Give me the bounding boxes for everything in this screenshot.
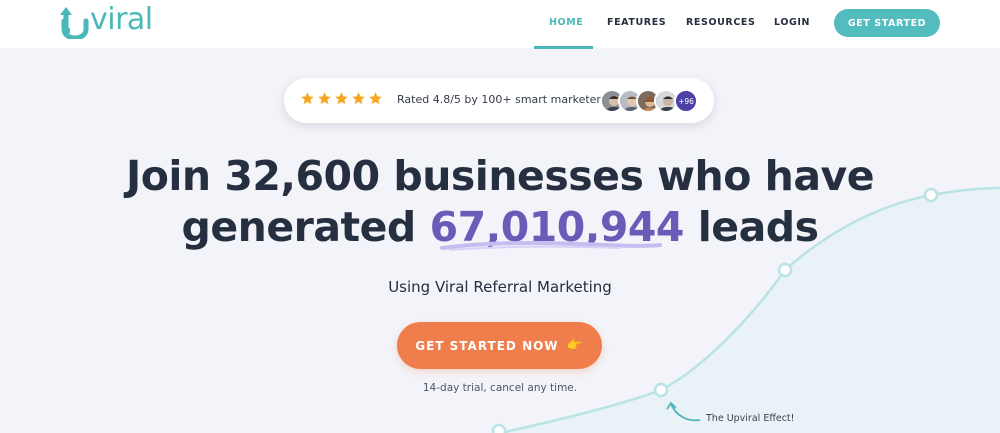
rating-text: Rated 4.8/5 by 100+ smart marketers — [397, 93, 607, 106]
hero-subheadline: Using Viral Referral Marketing — [388, 278, 612, 296]
star-rating — [300, 91, 383, 106]
hero-headline-line-1: Join 32,600 businesses who have — [125, 152, 875, 200]
more-users-badge: +96 — [674, 89, 698, 113]
trial-note: 14-day trial, cancel any time. — [422, 382, 578, 394]
upviral-effect-label: The Upviral Effect! — [706, 413, 795, 424]
rating-badge: Rated 4.8/5 by 100+ smart marketers +96 — [284, 78, 714, 123]
nav-resources[interactable]: RESOURCES — [686, 17, 755, 28]
logo-text: viral — [90, 2, 153, 37]
nav-active-indicator — [534, 46, 593, 49]
brush-underline-graphic — [440, 241, 662, 251]
cta-label: GET STARTED NOW — [415, 338, 559, 353]
customer-avatars: +96 — [600, 89, 700, 113]
star-icon — [352, 92, 365, 105]
headline-prefix: generated — [181, 203, 416, 251]
pointing-hand-icon: 👉 — [566, 338, 584, 353]
get-started-now-button[interactable]: GET STARTED NOW 👉 — [397, 322, 602, 369]
nav-home[interactable]: HOME — [549, 17, 583, 28]
star-icon — [318, 92, 331, 105]
logo-arrow-icon — [60, 7, 89, 39]
star-icon — [301, 92, 314, 105]
header-get-started-button[interactable]: GET STARTED — [834, 9, 940, 37]
star-icon — [335, 92, 348, 105]
curved-arrow-icon — [670, 403, 701, 422]
curve-point — [777, 262, 793, 278]
headline-suffix: leads — [697, 203, 819, 251]
upviral-logo[interactable]: viral — [58, 4, 153, 40]
nav-features[interactable]: FEATURES — [607, 17, 666, 28]
star-icon — [369, 92, 382, 105]
site-header: viral HOME FEATURES RESOURCES LOGIN GET … — [0, 0, 1000, 49]
nav-login[interactable]: LOGIN — [774, 17, 810, 28]
curve-point — [491, 423, 507, 433]
